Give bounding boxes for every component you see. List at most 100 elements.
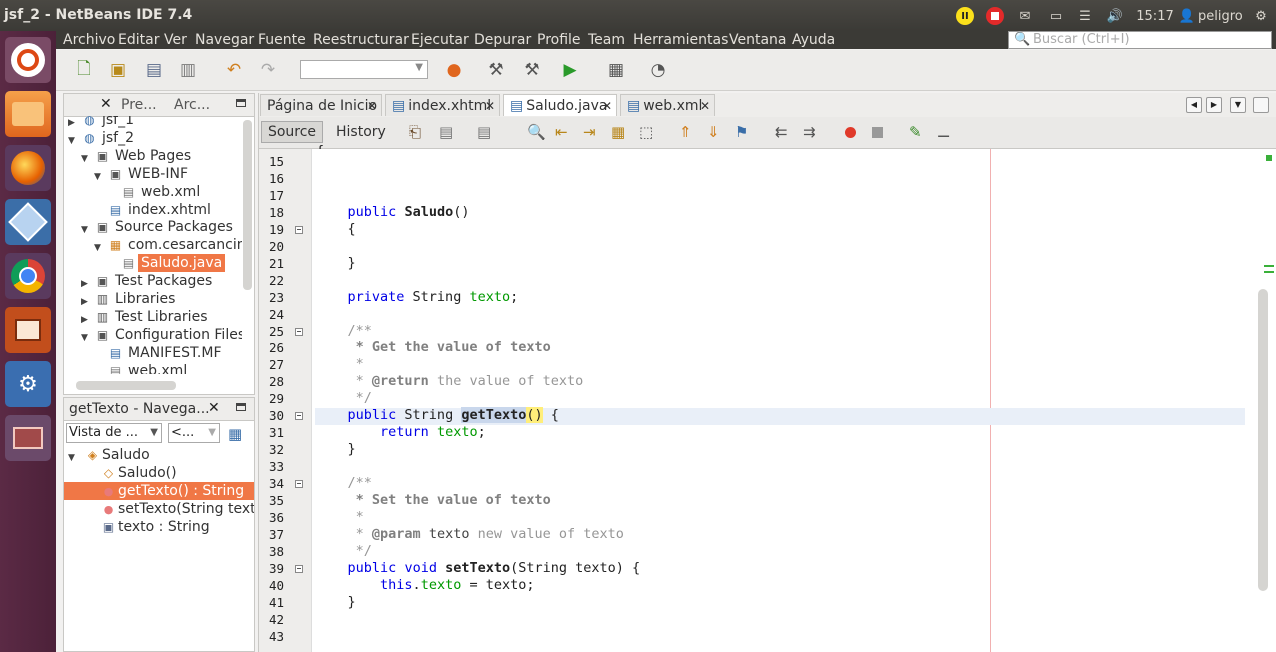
previous-bookmark-icon[interactable]: ⇑ [679,123,692,141]
chrome-icon[interactable] [5,253,51,299]
back-icon[interactable]: ▤ [439,123,453,141]
document-list-icon[interactable]: ▼ [1230,97,1246,113]
tree-item[interactable]: ▤ Saludo.java [64,254,242,273]
new-project-icon[interactable]: ▣ [106,58,130,82]
configuration-select[interactable]: ▼ [300,60,428,79]
files-icon[interactable] [5,91,51,137]
tree-item[interactable]: ▼ ◍ jsf_2 [64,129,242,147]
mail-icon[interactable]: ✉ [1015,6,1035,26]
firefox-icon[interactable]: ● [442,58,466,82]
menu-ejecutar[interactable]: Ejecutar [411,31,469,49]
navigator-item[interactable]: ● getTexto() : String [64,481,254,500]
new-file-icon[interactable]: 🗋 [72,58,96,82]
menu-herramientas[interactable]: Herramientas [633,31,728,49]
menu-navegar[interactable]: Navegar [195,31,254,49]
fold-toggle-icon[interactable] [295,480,303,489]
tree-item[interactable]: ▤ web.xml [64,362,242,374]
navigator-item[interactable]: ◇ Saludo() [64,464,254,482]
find-previous-icon[interactable]: ⇤ [555,123,568,141]
maximize-icon[interactable] [1253,97,1269,113]
tab-projects[interactable]: Pre... [121,94,157,116]
power-icon[interactable]: ⚙ [1252,6,1270,26]
stop-macro-icon[interactable] [872,127,883,138]
minimize-icon[interactable] [236,403,246,411]
run-icon[interactable]: ▶ [558,58,582,82]
horizontal-scrollbar[interactable] [68,381,246,390]
undo-icon[interactable]: ↶ [222,58,246,82]
comment-icon[interactable]: ✎ [909,123,922,141]
close-icon[interactable]: ✕ [700,95,710,117]
menu-team[interactable]: Team [588,31,625,49]
fold-toggle-icon[interactable] [295,225,303,234]
close-icon[interactable]: ✕ [208,400,220,416]
virtualbox-icon[interactable] [5,199,51,245]
fold-toggle-icon[interactable] [295,412,303,421]
build-icon[interactable]: ⚒ [484,58,508,82]
view-select[interactable]: Vista de ... ▼ [66,423,162,443]
clock[interactable]: 15:17 [1135,6,1175,26]
navigator-title[interactable]: getTexto - Navega... [69,398,210,420]
fold-toggle-icon[interactable] [295,564,303,573]
menu-reestructurar[interactable]: Reestructurar [313,31,409,49]
close-icon[interactable]: ✕ [602,95,612,117]
menu-archivo[interactable]: Archivo [63,31,115,49]
menu-ventana[interactable]: Ventana [729,31,787,49]
navigator-item[interactable]: ● setTexto(String texto) [64,500,254,518]
clean-build-icon[interactable]: ⚒ [520,58,544,82]
workspace-icon[interactable] [5,415,51,461]
fold-toggle-icon[interactable] [295,327,303,336]
tree-item[interactable]: ▤ web.xml [64,183,242,201]
editor-tab[interactable]: ▤ web.xml ✕ [620,94,715,116]
close-icon[interactable]: ✕ [485,95,495,117]
source-tab[interactable]: Source [261,121,323,143]
uncomment-icon[interactable]: ⚊ [937,123,950,141]
last-edit-icon[interactable]: ⎗ [409,123,421,141]
menu-ver[interactable]: Ver [164,31,187,49]
close-icon[interactable]: ✕ [100,96,112,112]
tree-item[interactable]: ▶ ▥ Test Libraries [64,308,242,326]
battery-icon[interactable]: ▭ [1045,6,1067,26]
filter-icon[interactable]: ▦ [228,425,242,443]
pause-icon[interactable]: II [955,6,975,26]
profile-icon[interactable]: ◔ [646,58,670,82]
redo-icon[interactable]: ↷ [256,58,280,82]
start-macro-icon[interactable] [845,127,856,138]
minimize-icon[interactable] [236,99,246,107]
editor-tab[interactable]: ▤ Saludo.java ✕ [503,94,617,116]
shift-right-icon[interactable]: ⇉ [803,123,816,141]
save-all-icon[interactable]: ▥ [176,58,200,82]
settings-icon[interactable]: ⚙ [5,361,51,407]
tree-item[interactable]: ▶ ▣ Test Packages [64,272,242,290]
scroll-left-icon[interactable]: ◀ [1186,97,1202,113]
editor-scrollbar[interactable] [1258,289,1268,591]
vertical-scrollbar[interactable] [243,120,252,290]
tree-item[interactable]: ▶ ◍ jsf_1 [64,116,242,129]
tree-item[interactable]: ▼ ▣ Source Packages [64,218,242,236]
member-select[interactable]: <... ▼ [168,423,220,443]
menu-editar[interactable]: Editar [118,31,159,49]
volume-icon[interactable]: 🔊 [1103,6,1127,26]
ubuntu-dash-icon[interactable] [5,37,51,83]
tree-item[interactable]: ▼ ▣ Configuration Files [64,326,242,344]
wifi-icon[interactable]: ☰ [1075,6,1095,26]
menu-ayuda[interactable]: Ayuda [792,31,835,49]
tree-item[interactable]: ▼ ▣ Web Pages [64,147,242,165]
scroll-right-icon[interactable]: ▶ [1206,97,1222,113]
search-input[interactable]: 🔍 Buscar (Ctrl+I) [1008,31,1272,49]
tree-item[interactable]: ▼ ▦ com.cesarcancino [64,236,242,254]
menu-profile[interactable]: Profile [537,31,581,49]
tree-item[interactable]: ▼ ▣ WEB-INF [64,165,242,183]
user-name[interactable]: peligro [1198,6,1248,26]
record-icon[interactable] [985,6,1005,26]
next-bookmark-icon[interactable]: ⇓ [707,123,720,141]
close-icon[interactable]: ✕ [367,95,377,117]
find-next-icon[interactable]: ⇥ [583,123,596,141]
tree-item[interactable]: ▤ MANIFEST.MF [64,344,242,362]
open-project-icon[interactable]: ▤ [142,58,166,82]
toggle-bookmark-icon[interactable]: ⚑ [735,123,748,141]
debug-icon[interactable]: ▦ [604,58,628,82]
shift-left-icon[interactable]: ⇇ [775,123,788,141]
history-tab[interactable]: History [336,121,386,143]
toggle-highlight-icon[interactable]: ▦ [611,123,625,141]
tab-files[interactable]: Arc... [174,94,210,116]
